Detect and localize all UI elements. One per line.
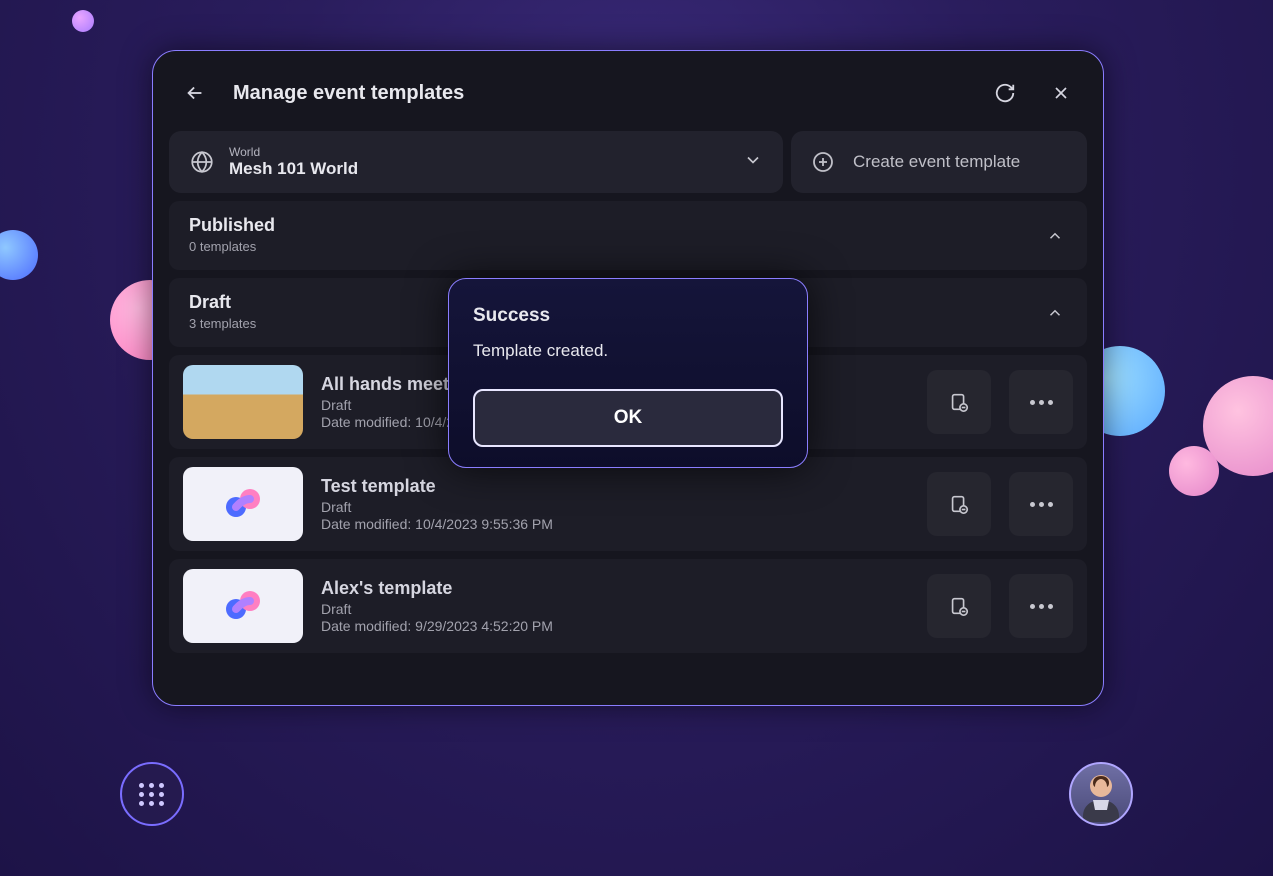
template-more-button[interactable] xyxy=(1009,574,1073,638)
mesh-logo-icon xyxy=(218,479,268,529)
refresh-icon xyxy=(994,82,1016,104)
published-title: Published xyxy=(189,215,1043,236)
globe-icon xyxy=(189,149,215,175)
mesh-logo-icon xyxy=(218,581,268,631)
world-label: World xyxy=(229,145,358,159)
close-button[interactable] xyxy=(1043,75,1079,111)
template-name: Alex's template xyxy=(321,578,553,599)
ok-button[interactable]: OK xyxy=(473,389,783,447)
template-name: Test template xyxy=(321,476,553,497)
more-icon xyxy=(1030,604,1053,609)
collapse-draft-button[interactable] xyxy=(1043,301,1067,325)
top-row: World Mesh 101 World Create event templa… xyxy=(169,131,1087,193)
template-row[interactable]: Test template Draft Date modified: 10/4/… xyxy=(169,457,1087,551)
create-template-button[interactable]: Create event template xyxy=(791,131,1087,193)
plus-circle-icon xyxy=(811,150,835,174)
arrow-left-icon xyxy=(184,82,206,104)
template-status: Draft xyxy=(321,499,553,515)
template-event-icon xyxy=(948,493,970,515)
ok-button-label: OK xyxy=(614,407,643,429)
template-action-button[interactable] xyxy=(927,370,991,434)
grid-icon xyxy=(139,783,165,806)
template-meta: Test template Draft Date modified: 10/4/… xyxy=(321,476,553,532)
chevron-down-icon xyxy=(743,150,763,175)
template-action-button[interactable] xyxy=(927,574,991,638)
template-status: Draft xyxy=(321,601,553,617)
chevron-up-icon xyxy=(1046,227,1064,245)
dialog-message: Template created. xyxy=(473,341,783,361)
close-icon xyxy=(1051,83,1071,103)
success-dialog: Success Template created. OK xyxy=(448,278,808,468)
template-more-button[interactable] xyxy=(1009,370,1073,434)
template-action-button[interactable] xyxy=(927,472,991,536)
bg-bubble xyxy=(1169,446,1219,496)
bg-bubble xyxy=(0,230,38,280)
dialog-title: Success xyxy=(473,305,783,327)
published-count: 0 templates xyxy=(189,239,256,254)
bg-bubble xyxy=(72,10,94,32)
create-template-label: Create event template xyxy=(853,152,1020,172)
template-event-icon xyxy=(948,391,970,413)
template-event-icon xyxy=(948,595,970,617)
template-date: Date modified: 10/4/2023 9:55:36 PM xyxy=(321,516,553,532)
template-thumbnail xyxy=(183,569,303,643)
template-row[interactable]: Alex's template Draft Date modified: 9/2… xyxy=(169,559,1087,653)
published-section-header[interactable]: Published 0 templates xyxy=(169,201,1087,270)
refresh-button[interactable] xyxy=(987,75,1023,111)
draft-count: 3 templates xyxy=(189,316,256,331)
template-more-button[interactable] xyxy=(1009,472,1073,536)
world-selector[interactable]: World Mesh 101 World xyxy=(169,131,783,193)
panel-header: Manage event templates xyxy=(169,75,1087,123)
avatar-icon xyxy=(1073,766,1129,822)
back-button[interactable] xyxy=(177,75,213,111)
template-thumbnail xyxy=(183,467,303,541)
template-thumbnail xyxy=(183,365,303,439)
avatar-button[interactable] xyxy=(1069,762,1133,826)
chevron-up-icon xyxy=(1046,304,1064,322)
more-icon xyxy=(1030,400,1053,405)
world-value: Mesh 101 World xyxy=(229,159,358,178)
collapse-published-button[interactable] xyxy=(1043,224,1067,248)
template-meta: Alex's template Draft Date modified: 9/2… xyxy=(321,578,553,634)
more-icon xyxy=(1030,502,1053,507)
world-selector-text: World Mesh 101 World xyxy=(229,145,358,179)
template-date: Date modified: 9/29/2023 4:52:20 PM xyxy=(321,618,553,634)
app-grid-button[interactable] xyxy=(120,762,184,826)
page-title: Manage event templates xyxy=(233,82,967,105)
